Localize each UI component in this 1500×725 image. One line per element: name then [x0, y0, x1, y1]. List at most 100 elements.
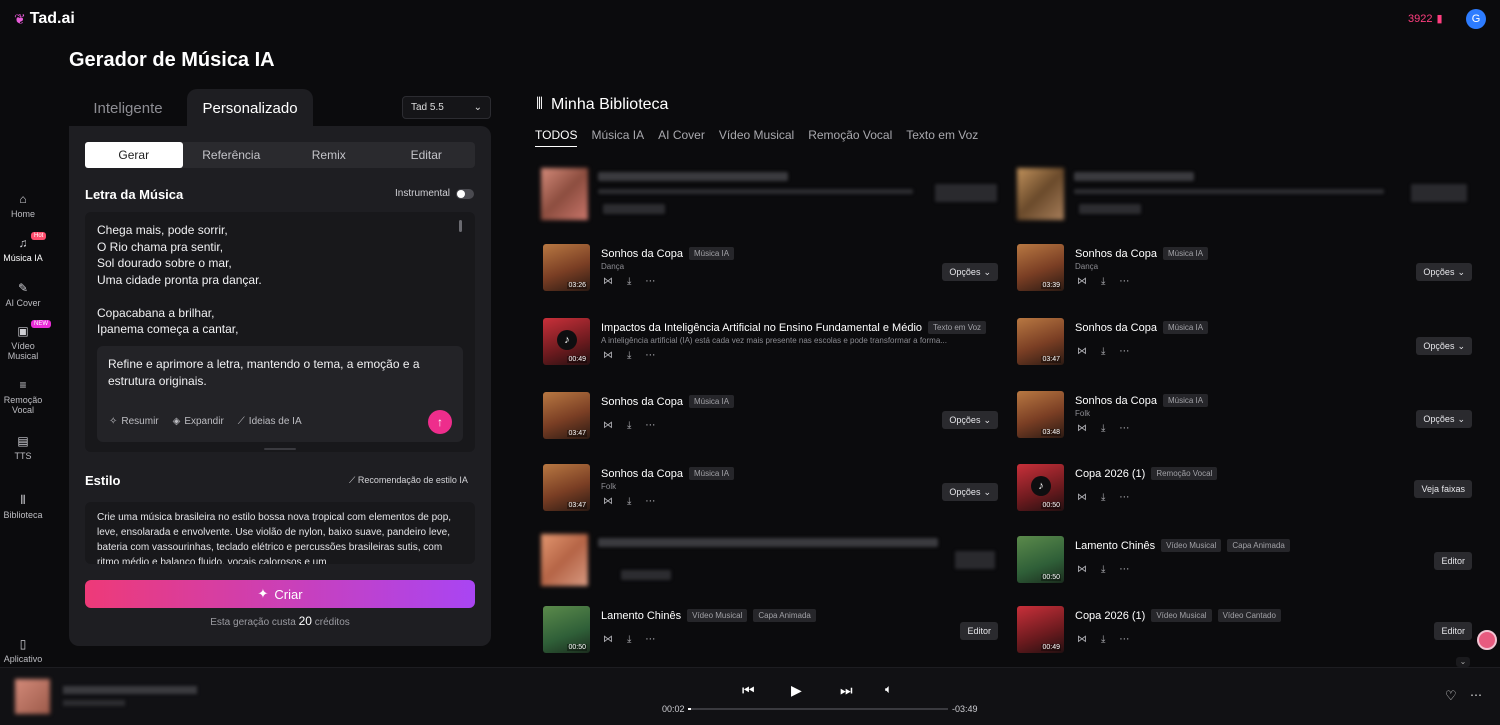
play-icon[interactable]: ▶: [791, 682, 802, 699]
lyrics-editor[interactable]: Chega mais, pode sorrir, O Rio chama pra…: [85, 212, 475, 452]
track-title[interactable]: Sonhos da Copa: [1075, 395, 1157, 407]
blurred-item[interactable]: [541, 168, 997, 220]
share-icon[interactable]: ⋈: [603, 634, 613, 645]
download-icon[interactable]: ⤓: [1101, 564, 1105, 575]
blurred-item[interactable]: [541, 534, 996, 586]
more-icon[interactable]: ⋯: [645, 350, 655, 361]
share-icon[interactable]: ⋈: [1077, 423, 1087, 434]
track-thumbnail[interactable]: 00:50: [1017, 536, 1064, 583]
download-icon[interactable]: ⤓: [1101, 346, 1105, 357]
share-icon[interactable]: ⋈: [603, 496, 613, 507]
avatar[interactable]: G: [1466, 9, 1486, 29]
send-button[interactable]: ↑: [428, 410, 452, 434]
download-icon[interactable]: ⤓: [1101, 634, 1105, 645]
blurred-item[interactable]: [1017, 168, 1472, 220]
track-thumbnail[interactable]: ♪ 00:50: [1017, 464, 1064, 511]
tab-inteligente[interactable]: Inteligente: [69, 89, 187, 127]
sidebar-item-música-ia[interactable]: ♫ Música IA Hot: [0, 232, 47, 263]
more-icon[interactable]: ⋯: [1119, 276, 1129, 287]
share-icon[interactable]: ⋈: [1077, 346, 1087, 357]
subtab-editar[interactable]: Editar: [378, 142, 476, 168]
style-text[interactable]: Crie uma música brasileira no estilo bos…: [97, 510, 457, 564]
track-thumbnail[interactable]: 03:48: [1017, 391, 1064, 438]
subtab-gerar[interactable]: Gerar: [85, 142, 183, 168]
subtab-remix[interactable]: Remix: [280, 142, 378, 168]
share-icon[interactable]: ⋈: [1077, 492, 1087, 503]
track-title[interactable]: Lamento Chinês: [1075, 540, 1155, 552]
app-logo[interactable]: ❦ Tad.ai: [14, 10, 75, 28]
download-icon[interactable]: ⤓: [627, 420, 631, 431]
editor-button[interactable]: Editor: [1434, 552, 1472, 570]
floating-assistant-button[interactable]: [1477, 630, 1497, 650]
list-item[interactable]: 00:50 Lamento Chinês Vídeo Musical Capa Ani…: [1017, 536, 1472, 596]
view-tracks-button[interactable]: Veja faixas: [1414, 480, 1472, 498]
track-title[interactable]: Impactos da Inteligência Artificial no E…: [601, 322, 922, 334]
track-thumbnail[interactable]: 03:47: [1017, 318, 1064, 365]
previous-icon[interactable]: ⏮: [742, 682, 755, 699]
more-icon[interactable]: ⋯: [645, 420, 655, 431]
more-icon[interactable]: ⋯: [645, 276, 655, 287]
next-icon[interactable]: ⏭: [840, 682, 853, 699]
heart-icon[interactable]: ♡: [1445, 688, 1457, 704]
style-recommendation-button[interactable]: ⟋ Recomendação de estilo IA: [349, 475, 468, 486]
instrumental-toggle-row[interactable]: Instrumental: [395, 188, 475, 199]
list-item[interactable]: 03:48 Sonhos da Copa Música IA Folk ⋈ ⤓ ⋯ Opçõe…: [1017, 391, 1472, 451]
more-icon[interactable]: ⋯: [645, 634, 655, 645]
list-item[interactable]: ♪ 00:50 Copa 2026 (1) Remoção Vocal ⋈ ⤓ ⋯ Veja …: [1017, 464, 1472, 524]
sidebar-item-ai-cover[interactable]: ✎ AI Cover: [0, 281, 46, 308]
track-title[interactable]: Copa 2026 (1): [1075, 610, 1145, 622]
list-item[interactable]: 00:49 Copa 2026 (1) Vídeo Musical Vídeo Can…: [1017, 606, 1472, 666]
sidebar-item-remoção-vocal[interactable]: ≡ Remoção Vocal: [0, 378, 46, 415]
more-icon[interactable]: ⋯: [645, 496, 655, 507]
editor-button[interactable]: Editor: [960, 622, 998, 640]
options-button[interactable]: Opções ⌄: [1416, 410, 1472, 428]
version-select[interactable]: Tad 5.5 ⌄: [402, 96, 491, 119]
lyrics-scrollbar[interactable]: [459, 220, 462, 232]
list-item[interactable]: 00:50 Lamento Chinês Vídeo Musical Capa Ani…: [543, 606, 998, 666]
editor-button[interactable]: Editor: [1434, 622, 1472, 640]
share-icon[interactable]: ⋈: [1077, 276, 1087, 287]
track-thumbnail[interactable]: 03:47: [543, 392, 590, 439]
track-title[interactable]: Lamento Chinês: [601, 610, 681, 622]
list-item[interactable]: 03:47 Sonhos da Copa Música IA ⋈ ⤓ ⋯ Opções ⌄: [1017, 318, 1472, 378]
download-icon[interactable]: ⤓: [1101, 276, 1105, 287]
track-thumbnail[interactable]: 03:26: [543, 244, 590, 291]
more-icon[interactable]: ⋯: [1470, 688, 1482, 702]
track-title[interactable]: Sonhos da Copa: [1075, 248, 1157, 260]
download-icon[interactable]: ⤓: [627, 276, 631, 287]
download-icon[interactable]: ⤓: [627, 350, 631, 361]
track-thumbnail[interactable]: ♪ 00:49: [543, 318, 590, 365]
share-icon[interactable]: ⋈: [1077, 634, 1087, 645]
options-button[interactable]: Opções ⌄: [942, 411, 998, 429]
sidebar-item-tts[interactable]: ▤ TTS: [0, 434, 46, 461]
refine-box[interactable]: Refine e aprimore a letra, mantendo o te…: [97, 346, 463, 442]
tab-ai-cover[interactable]: AI Cover: [658, 128, 705, 147]
download-icon[interactable]: ⤓: [1101, 492, 1105, 503]
progress-bar[interactable]: [688, 708, 948, 710]
tab-todos[interactable]: TODOS: [535, 128, 578, 147]
ideias-chip[interactable]: ⟋ Ideias de IA: [238, 416, 302, 427]
list-item[interactable]: 03:39 Sonhos da Copa Música IA Dança ⋈ ⤓ ⋯ Opçõ…: [1017, 244, 1472, 304]
more-icon[interactable]: ⋯: [1119, 492, 1129, 503]
scroll-down-icon[interactable]: ⌄: [1456, 657, 1470, 667]
options-button[interactable]: Opções ⌄: [1416, 337, 1472, 355]
list-item[interactable]: 03:26 Sonhos da Copa Música IA Dança ⋈ ⤓ ⋯ Opçõ…: [543, 244, 998, 304]
track-thumbnail[interactable]: 03:39: [1017, 244, 1064, 291]
share-icon[interactable]: ⋈: [603, 350, 613, 361]
more-icon[interactable]: ⋯: [1119, 346, 1129, 357]
tab-personalizado[interactable]: Personalizado: [187, 89, 313, 127]
create-button[interactable]: ✦ Criar: [85, 580, 475, 608]
resize-handle[interactable]: [264, 448, 296, 450]
track-title[interactable]: Sonhos da Copa: [601, 396, 683, 408]
track-title[interactable]: Sonhos da Copa: [1075, 322, 1157, 334]
refine-text[interactable]: Refine e aprimore a letra, mantendo o te…: [108, 356, 428, 389]
credits-counter[interactable]: 3922 ▮: [1408, 12, 1443, 26]
more-icon[interactable]: ⋯: [1119, 423, 1129, 434]
download-icon[interactable]: ⤓: [627, 634, 631, 645]
track-title[interactable]: Copa 2026 (1): [1075, 468, 1145, 480]
sidebar-item-vídeo-musical[interactable]: ▣ Vídeo Musical NEW: [0, 320, 51, 361]
sidebar-item-biblioteca[interactable]: ⦀ Biblioteca: [0, 493, 46, 520]
track-thumbnail[interactable]: 03:47: [543, 464, 590, 511]
share-icon[interactable]: ⋈: [603, 420, 613, 431]
options-button[interactable]: Opções ⌄: [942, 263, 998, 281]
